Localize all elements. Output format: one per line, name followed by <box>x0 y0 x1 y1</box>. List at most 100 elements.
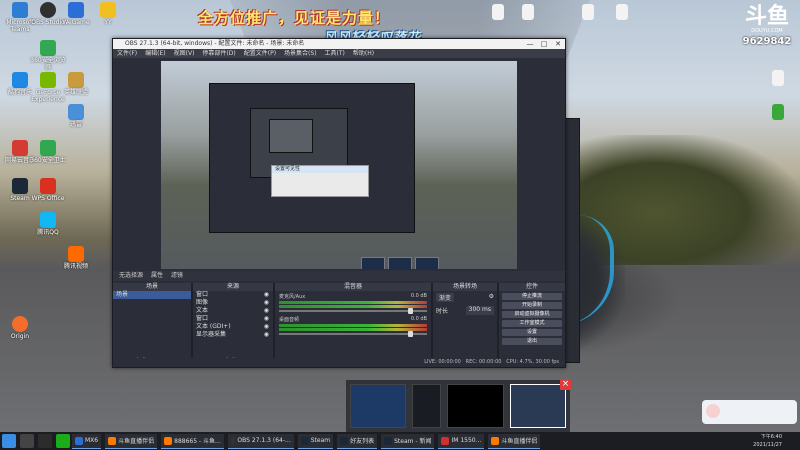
menu-view[interactable]: 视图(V) <box>174 49 195 58</box>
taskbar-task-label: 斗鱼直播伴侣 <box>118 438 155 445</box>
volume-slider[interactable] <box>279 331 427 337</box>
mixer-dock: 混音器 麦克风/Aux 0.0 dB 桌面音频 0.0 dB <box>275 283 431 367</box>
preview-thumb <box>415 257 439 269</box>
taskbar-task[interactable]: MX6 <box>72 433 102 449</box>
source-item-label: 图像 <box>196 299 209 306</box>
recursive-preview-3 <box>269 119 313 153</box>
mixer-channel: 桌面音频 0.0 dB <box>275 314 431 337</box>
volume-meter <box>279 324 427 327</box>
source-item[interactable]: 显示器采集 ◉ <box>193 331 273 339</box>
taskbar-task[interactable]: Steam - 新闻 <box>381 433 435 449</box>
source-item[interactable]: 图像 ◉ <box>193 299 273 307</box>
maximize-icon[interactable]: □ <box>537 39 551 49</box>
window-preview[interactable] <box>447 384 504 428</box>
mixer-channel-db: 0.0 dB <box>410 293 427 299</box>
duration-input[interactable]: 300 ms <box>465 306 494 315</box>
start-recording-button[interactable]: 开始录制 <box>502 302 562 309</box>
desktop-icon-wps[interactable]: WPS Office <box>28 178 68 202</box>
desktop-icon-kugou[interactable]: 酷狗音乐 <box>0 72 40 96</box>
settings-button[interactable]: 设置 <box>502 329 562 336</box>
desktop-icon-qq[interactable]: 腾讯QQ <box>28 212 68 236</box>
taskbar-task-label: 好友列表 <box>350 438 375 445</box>
desktop-icon-tencent-video[interactable]: 腾讯视频 <box>56 246 96 270</box>
transition-type-select[interactable]: 渐变 <box>436 293 455 302</box>
eye-icon[interactable]: ◉ <box>264 323 269 331</box>
properties-button[interactable]: 属性 <box>151 272 163 279</box>
desktop-icon-360-safe[interactable]: 360安全卫士 <box>28 140 68 164</box>
window-preview[interactable] <box>350 384 407 428</box>
volume-slider[interactable] <box>279 308 427 314</box>
close-icon[interactable]: × <box>559 379 571 390</box>
studio-mode-button[interactable]: 工作室模式 <box>502 320 562 327</box>
menu-profile[interactable]: 配置文件(P) <box>244 49 276 58</box>
wechat-icon[interactable] <box>56 434 70 448</box>
stop-streaming-button[interactable]: 停止推流 <box>502 293 562 300</box>
desktop-icon-lol[interactable]: 英雄联盟 <box>56 72 96 96</box>
taskbar-task[interactable]: IM 1550... <box>438 433 485 449</box>
transitions-dock-title: 场景转场 <box>433 283 497 291</box>
sources-dock-title: 来源 <box>193 283 273 291</box>
taskbar-task-label: IM 1550... <box>451 437 482 444</box>
start-icon[interactable] <box>2 434 16 448</box>
eye-icon[interactable]: ◉ <box>264 307 269 315</box>
preview-popup-title: 设置可见性 <box>272 166 368 173</box>
taskbar-window-previews: × <box>346 379 571 432</box>
source-item[interactable]: 窗口 ◉ <box>193 315 273 323</box>
obs-preview-canvas[interactable]: 设置可见性 <box>161 61 517 269</box>
mixer-channel-name: 桌面音频 <box>279 317 300 323</box>
scene-item[interactable]: 场景 <box>113 291 191 299</box>
duration-label: 时长 <box>436 308 449 315</box>
source-item[interactable]: 文本 (GDI+) ◉ <box>193 323 273 331</box>
obs-window[interactable]: OBS 27.1.3 (64-bit, windows) - 配置文件: 未命名… <box>112 38 566 368</box>
obs-titlebar[interactable]: OBS 27.1.3 (64-bit, windows) - 配置文件: 未命名… <box>113 39 565 49</box>
mixer-channel: 麦克风/Aux 0.0 dB <box>275 291 431 314</box>
taskbar-task[interactable]: 斗鱼直播伴侣 <box>105 433 158 449</box>
taskbar-task[interactable]: 斗鱼直播伴侣 <box>488 433 541 449</box>
menu-edit[interactable]: 编辑(E) <box>145 49 165 58</box>
volume-meter <box>279 301 427 304</box>
background-window-edge[interactable] <box>564 118 580 363</box>
menu-help[interactable]: 帮助(H) <box>353 49 374 58</box>
close-icon[interactable]: ✕ <box>551 39 565 49</box>
minimize-icon[interactable]: — <box>523 39 537 49</box>
menu-tools[interactable]: 工具(T) <box>325 49 345 58</box>
taskbar-task[interactable]: Steam <box>297 433 334 449</box>
window-preview[interactable] <box>412 384 442 428</box>
desktop-file-icon[interactable] <box>508 4 548 21</box>
filters-button[interactable]: 滤镜 <box>171 272 183 279</box>
desktop-file-icon[interactable] <box>758 104 798 121</box>
menu-scene-collection[interactable]: 场景集合(S) <box>284 49 317 58</box>
virtual-camera-button[interactable]: 启动虚拟摄像机 <box>502 311 562 318</box>
desktop-icon-origin[interactable]: Origin <box>0 316 40 340</box>
desktop-file-icon[interactable] <box>602 4 642 21</box>
search-icon[interactable] <box>20 434 34 448</box>
task-view-icon[interactable] <box>38 434 52 448</box>
desktop-icon-360-browser[interactable]: 360安全浏览器 <box>28 40 68 71</box>
desktop-file-icon[interactable] <box>758 70 798 87</box>
source-item[interactable]: 文本 ◉ <box>193 307 273 315</box>
volume-meter <box>279 328 427 331</box>
preview-thumb <box>388 257 412 269</box>
chat-widget[interactable] <box>702 400 797 424</box>
menu-docks[interactable]: 停靠部件(D) <box>202 49 235 58</box>
douyu-logo: 斗鱼 <box>744 4 789 29</box>
desktop-icon-yy[interactable]: YY <box>88 2 128 26</box>
eye-icon[interactable]: ◉ <box>264 331 269 339</box>
system-clock[interactable]: 下午6:40 2021/11/27 <box>753 433 782 449</box>
eye-icon[interactable]: ◉ <box>264 291 269 299</box>
room-id: 9629842 <box>742 36 792 47</box>
eye-icon[interactable]: ◉ <box>264 299 269 307</box>
source-item[interactable]: 窗口 ◉ <box>193 291 273 299</box>
taskbar-task[interactable]: OBS 27.1.3 (64-... <box>227 433 294 449</box>
desktop-icon-xunlei[interactable]: 迅雷 <box>56 104 96 128</box>
obs-statusbar: LIVE: 00:00:00 REC: 00:00:00 CPU: 4.7%, … <box>113 358 565 367</box>
exit-button[interactable]: 退出 <box>502 338 562 345</box>
taskbar-task-label: MX6 <box>85 437 99 444</box>
menu-file[interactable]: 文件(F) <box>117 49 137 58</box>
eye-icon[interactable]: ◉ <box>264 315 269 323</box>
window-preview[interactable]: × <box>509 379 571 428</box>
taskbar-task[interactable]: 888665 - 斗鱼... <box>161 433 224 449</box>
mixer-channel-db: 0.0 dB <box>410 316 427 322</box>
taskbar-task[interactable]: 好友列表 <box>337 433 378 449</box>
gear-icon[interactable]: ⚙ <box>489 293 494 302</box>
